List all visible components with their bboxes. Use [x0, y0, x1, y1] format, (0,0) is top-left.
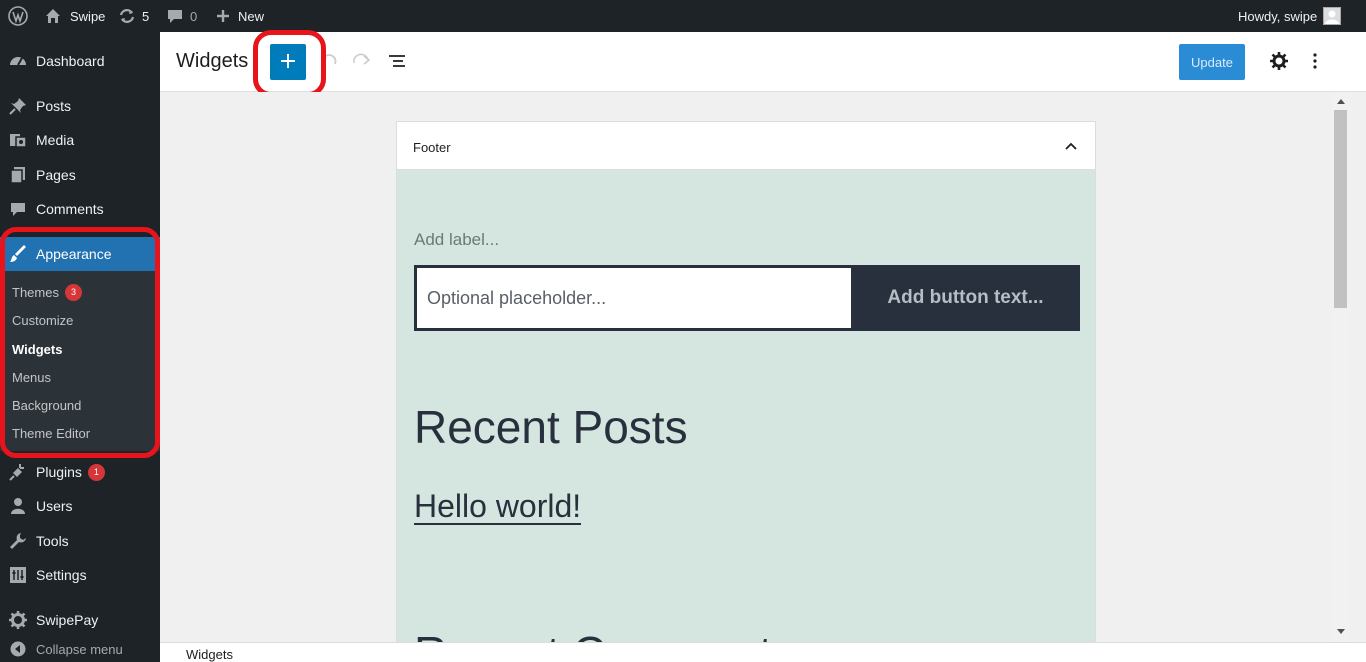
list-view-button[interactable]	[385, 50, 409, 74]
sidebar-item-pages[interactable]: Pages	[0, 158, 160, 192]
comments-link[interactable]: 0	[166, 0, 197, 32]
gear-icon	[0, 611, 36, 629]
pages-icon	[0, 166, 36, 184]
submenu-item-theme-editor[interactable]: Theme Editor	[12, 423, 90, 443]
vertical-ellipsis-icon	[1313, 52, 1317, 72]
new-label: New	[238, 8, 265, 24]
themes-update-badge: 3	[64, 283, 82, 301]
updates-count: 5	[142, 8, 150, 24]
admin-bar: Swipe 5 0 New Howdy, swipe	[0, 0, 1366, 32]
greeting: Howdy, swipe	[1238, 8, 1318, 24]
sidebar-item-appearance[interactable]: Appearance	[0, 237, 160, 271]
breadcrumb[interactable]: Widgets	[186, 647, 233, 662]
search-input-placeholder[interactable]: Optional placeholder...	[417, 268, 851, 328]
undo-icon	[318, 51, 338, 74]
submenu-item-menus[interactable]: Menus	[12, 367, 51, 387]
redo-icon	[352, 51, 372, 74]
recent-posts-heading: Recent Posts	[414, 401, 688, 453]
search-block: Optional placeholder... Add button text.…	[414, 265, 1080, 331]
submenu-item-widgets[interactable]: Widgets	[12, 339, 62, 359]
canvas-scrollbar[interactable]	[1332, 92, 1350, 642]
settings-icon	[0, 566, 36, 584]
my-account-link[interactable]: Howdy, swipe	[1238, 0, 1342, 32]
plus-icon	[280, 53, 296, 72]
widget-area-header[interactable]: Footer	[397, 122, 1095, 170]
editor-header: Widgets Update	[160, 32, 1366, 92]
widgets-canvas: Footer Add label... Optional placeholder…	[160, 92, 1332, 642]
sidebar-item-tools[interactable]: Tools	[0, 524, 160, 558]
sidebar-item-comments[interactable]: Comments	[0, 192, 160, 226]
footer-widget-area: Footer Add label... Optional placeholder…	[396, 121, 1096, 642]
site-name: Swipe	[70, 8, 106, 24]
pin-icon	[0, 97, 36, 115]
plugins-update-badge: 1	[87, 463, 105, 481]
gear-icon	[1270, 51, 1288, 73]
page-title: Widgets	[176, 50, 249, 72]
more-options-button[interactable]	[1303, 50, 1327, 74]
collapse-menu-button[interactable]: Collapse menu	[0, 637, 160, 661]
update-button[interactable]: Update	[1179, 44, 1245, 80]
submenu-item-themes[interactable]: Themes 3	[12, 282, 82, 302]
media-icon	[0, 131, 36, 149]
sidebar-item-plugins[interactable]: Plugins 1	[0, 455, 160, 489]
undo-button[interactable]	[316, 50, 340, 74]
recent-comments-heading: Recent Comments	[414, 626, 795, 642]
paintbrush-icon	[0, 245, 36, 263]
users-icon	[0, 497, 36, 515]
site-name-link[interactable]: Swipe	[44, 0, 105, 32]
plugin-icon	[0, 463, 36, 481]
sidebar-item-users[interactable]: Users	[0, 489, 160, 523]
appearance-submenu: Themes 3 Customize Widgets Menus Backgro…	[0, 271, 160, 451]
sidebar-item-settings[interactable]: Settings	[0, 558, 160, 592]
search-label-placeholder[interactable]: Add label...	[414, 230, 499, 250]
home-icon	[44, 7, 62, 25]
recent-post-link[interactable]: Hello world!	[414, 489, 582, 525]
wrench-icon	[0, 532, 36, 550]
submenu-item-customize[interactable]: Customize	[12, 310, 73, 330]
comment-bubble-icon	[166, 7, 184, 25]
redo-button[interactable]	[350, 50, 374, 74]
sidebar-item-posts[interactable]: Posts	[0, 89, 160, 123]
wordpress-logo-icon[interactable]	[8, 0, 28, 32]
block-inserter-button[interactable]	[270, 44, 306, 80]
scroll-down-arrow-icon[interactable]	[1337, 629, 1345, 634]
comment-icon	[0, 200, 36, 218]
sidebar-item-dashboard[interactable]: Dashboard	[0, 44, 160, 78]
avatar	[1323, 7, 1342, 25]
list-view-icon	[387, 51, 407, 74]
new-content-link[interactable]: New	[216, 0, 264, 32]
scroll-up-arrow-icon[interactable]	[1337, 99, 1345, 104]
admin-sidebar: Dashboard Posts Media Pages Comments App…	[0, 32, 160, 662]
updates-link[interactable]: 5	[118, 0, 149, 32]
sidebar-item-media[interactable]: Media	[0, 123, 160, 157]
refresh-icon	[118, 7, 136, 25]
block-breadcrumb-bar: Widgets	[160, 642, 1366, 662]
plus-icon	[216, 9, 230, 23]
submenu-item-background[interactable]: Background	[12, 395, 81, 415]
settings-button[interactable]	[1267, 50, 1291, 74]
dashboard-icon	[0, 52, 36, 70]
widget-area-title: Footer	[413, 140, 451, 155]
sidebar-item-swipepay[interactable]: SwipePay	[0, 603, 160, 637]
collapse-icon	[0, 641, 36, 657]
search-button-placeholder[interactable]: Add button text...	[851, 265, 1080, 331]
scrollbar-thumb[interactable]	[1334, 110, 1347, 308]
chevron-up-icon[interactable]	[1061, 136, 1081, 156]
comments-count: 0	[190, 8, 198, 24]
